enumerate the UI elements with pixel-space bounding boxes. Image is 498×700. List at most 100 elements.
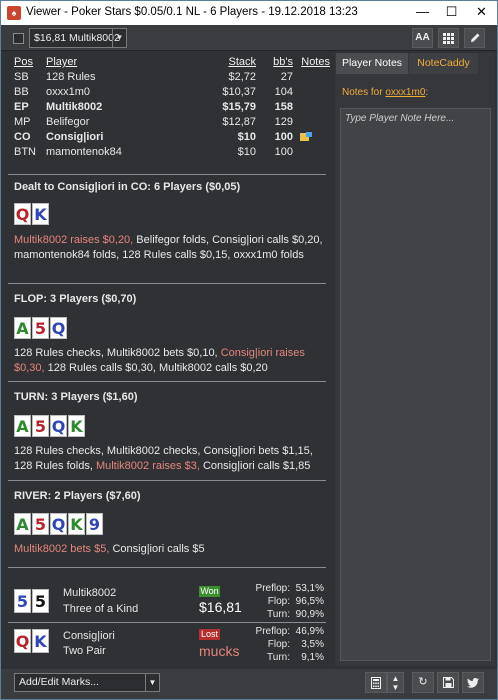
player-row[interactable]: CO Consig|iori $10 100 [14, 130, 330, 145]
player-name: 128 Rules [46, 71, 96, 83]
divider [8, 283, 326, 284]
player-row[interactable]: BB oxxx1m0 $10,37 104 [14, 85, 330, 100]
notes-for-player-link[interactable]: oxxx1m0 [385, 87, 425, 98]
playing-card: A [14, 415, 31, 437]
player-stack: $10 [237, 146, 256, 158]
tab-notecaddy[interactable]: NoteCaddy [409, 53, 478, 74]
player-stack: $10,37 [222, 86, 256, 98]
result-cards: QK [14, 629, 50, 653]
header-stack: Stack [228, 56, 256, 68]
viewer-window: ♠ Viewer - Poker Stars $0.05/0.1 NL - 6 … [0, 0, 498, 700]
flop-action-text-b: 128 Rules calls $0,30, Multik8002 calls … [44, 362, 268, 374]
stat-label: Turn: [267, 652, 290, 663]
minimize-button[interactable]: — [408, 1, 437, 23]
preflop-action: Multik8002 raises $0,20, Belifegor folds… [14, 233, 326, 263]
tab-player-notes[interactable]: Player Notes [336, 53, 408, 74]
result-player: Multik8002 [63, 587, 117, 599]
result-cards: 55 [14, 589, 50, 613]
toolbar: $16,81 Multik8002 ▼ AA [1, 25, 497, 51]
notes-for-text: Notes for [342, 87, 386, 98]
twitter-icon[interactable] [462, 672, 484, 693]
preflop-cards: QK [14, 203, 50, 225]
font-size-button[interactable]: AA [412, 28, 433, 48]
player-name: Multik8002 [46, 101, 103, 113]
river-action: Multik8002 bets $5, Consig|iori calls $5 [14, 542, 326, 557]
header-pos: Pos [14, 56, 33, 68]
river-title: RIVER: 2 Players ($7,60) [14, 490, 141, 502]
player-bbs: 100 [274, 146, 293, 158]
player-bbs: 27 [280, 71, 293, 83]
notes-for-suffix: : [425, 87, 429, 98]
player-pos: BTN [14, 146, 36, 158]
result-hand: Two Pair [63, 645, 106, 657]
player-note-icon[interactable] [300, 132, 312, 142]
player-bbs: 129 [274, 116, 293, 128]
close-button[interactable]: ✕ [467, 1, 496, 23]
river-action-text: Consig|iori calls $5 [109, 543, 205, 555]
marks-select-value: Add/Edit Marks... [19, 676, 99, 688]
playing-card: K [32, 629, 49, 653]
flop-title: FLOP: 3 Players ($0,70) [14, 293, 137, 305]
stat-value: 46,9% [295, 626, 324, 637]
player-row[interactable]: MP Belifegor $12,87 129 [14, 115, 330, 130]
playing-card: 5 [32, 415, 49, 437]
player-note-input[interactable]: Type Player Note Here... [340, 108, 491, 661]
playing-card: K [32, 203, 49, 225]
players-table: Pos Player Stack bb's Notes SB 128 Rules $… [14, 55, 330, 160]
turn-action: 128 Rules checks, Multik8002 checks, Con… [14, 444, 326, 474]
playing-card: Q [50, 317, 67, 339]
stat-value: 90,9% [295, 609, 324, 620]
preflop-action-highlight: Multik8002 raises $0,20, [14, 234, 134, 246]
flop-action: 128 Rules checks, Multik8002 bets $0,10,… [14, 346, 326, 376]
player-row[interactable]: SB 128 Rules $2,72 27 [14, 70, 330, 85]
refresh-icon[interactable]: ↻ [412, 672, 434, 693]
stat-value: 9,1% [301, 652, 324, 663]
preflop-title: Dealt to Consig|iori in CO: 6 Players ($… [14, 181, 241, 193]
player-stack: $10 [237, 131, 256, 143]
spinner-arrows-icon[interactable]: ▲ ▼ [387, 672, 404, 693]
flop-cards: A5Q [14, 317, 68, 339]
divider [8, 381, 326, 382]
stat-value: 96,5% [295, 596, 324, 607]
calculator-icon[interactable] [365, 672, 387, 693]
divider [8, 567, 326, 568]
maximize-button[interactable]: ☐ [437, 1, 466, 23]
playing-card: Q [50, 513, 67, 535]
playing-card: A [14, 513, 31, 535]
turn-action-highlight: Multik8002 raises $3, [95, 460, 200, 472]
player-bbs: 158 [274, 101, 293, 113]
result-hand: Three of a Kind [63, 603, 139, 615]
player-name: mamontenok84 [46, 146, 122, 158]
divider [8, 622, 326, 623]
river-action-highlight: Multik8002 bets $5, [14, 543, 110, 555]
flop-action-text-a: 128 Rules checks, Multik8002 bets $0,10, [14, 347, 221, 359]
divider [8, 480, 326, 481]
chevron-down-icon: ▼ [112, 29, 126, 47]
notes-panel: Player Notes NoteCaddy Notes for oxxx1m0… [335, 53, 495, 666]
player-pos: BB [14, 86, 29, 98]
stat-label: Flop: [267, 596, 290, 607]
notes-for-label: Notes for oxxx1m0: [342, 87, 428, 98]
stat-label: Flop: [267, 639, 290, 650]
player-note-placeholder: Type Player Note Here... [345, 113, 455, 124]
save-icon[interactable] [437, 672, 459, 693]
playing-card: 5 [32, 513, 49, 535]
stat-label: Turn: [267, 609, 290, 620]
app-icon: ♠ [7, 6, 21, 20]
player-row[interactable]: EP Multik8002 $15,79 158 [14, 100, 330, 115]
marks-select[interactable]: Add/Edit Marks... ▼ [14, 673, 160, 692]
won-badge: Won [199, 586, 220, 597]
playing-card: 5 [14, 589, 31, 613]
hand-select[interactable]: $16,81 Multik8002 ▼ [29, 28, 127, 48]
hand-checkbox[interactable] [13, 33, 24, 44]
playing-card: K [68, 415, 85, 437]
grid-icon[interactable] [438, 28, 459, 48]
playing-card: 9 [86, 513, 103, 535]
player-name: oxxx1m0 [46, 86, 91, 98]
player-bbs: 100 [274, 131, 293, 143]
hand-history-panel: Pos Player Stack bb's Notes SB 128 Rules $… [8, 53, 332, 666]
pencil-icon[interactable] [464, 28, 485, 48]
playing-card: Q [14, 203, 31, 225]
player-stack: $12,87 [222, 116, 256, 128]
player-row[interactable]: BTN mamontenok84 $10 100 [14, 145, 330, 160]
